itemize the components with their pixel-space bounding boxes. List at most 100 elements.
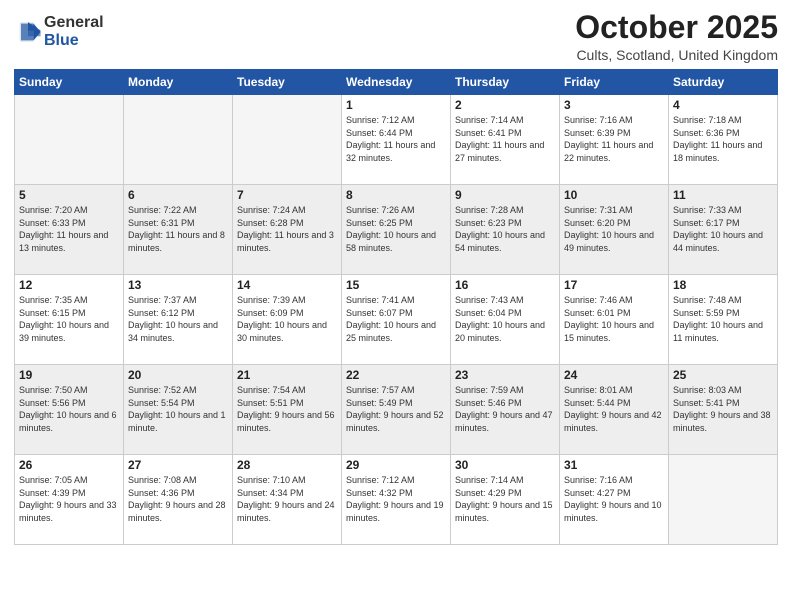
day-info: Sunrise: 7:50 AMSunset: 5:56 PMDaylight:…	[19, 384, 119, 434]
daylight-label: Daylight: 11 hours and 3 minutes.	[237, 230, 334, 253]
daylight-label: Daylight: 9 hours and 52 minutes.	[346, 410, 444, 433]
sunrise-label: Sunrise: 7:28 AM	[455, 205, 524, 215]
day-number: 12	[19, 278, 119, 292]
calendar-cell: 21Sunrise: 7:54 AMSunset: 5:51 PMDayligh…	[233, 365, 342, 455]
calendar-cell: 20Sunrise: 7:52 AMSunset: 5:54 PMDayligh…	[124, 365, 233, 455]
day-info: Sunrise: 7:20 AMSunset: 6:33 PMDaylight:…	[19, 204, 119, 254]
sunrise-label: Sunrise: 7:18 AM	[673, 115, 742, 125]
daylight-label: Daylight: 10 hours and 39 minutes.	[19, 320, 109, 343]
calendar-cell: 24Sunrise: 8:01 AMSunset: 5:44 PMDayligh…	[560, 365, 669, 455]
day-info: Sunrise: 7:35 AM Sunset: 6:15 PM Daylight:…	[19, 294, 119, 344]
calendar-week-row: 12 Sunrise: 7:35 AM Sunset: 6:15 PM Dayligh…	[15, 275, 778, 365]
weekday-header-row: SundayMondayTuesdayWednesdayThursdayFrid…	[15, 70, 778, 95]
sunset-label: Sunset: 5:44 PM	[564, 398, 631, 408]
daylight-label: Daylight: 9 hours and 47 minutes.	[455, 410, 553, 433]
weekday-header-monday: Monday	[124, 70, 233, 95]
daylight-label: Daylight: 9 hours and 24 minutes.	[237, 500, 335, 523]
sunset-label: Sunset: 6:36 PM	[673, 128, 740, 138]
day-number: 7	[237, 188, 337, 202]
calendar-cell: 14Sunrise: 7:39 AMSunset: 6:09 PMDayligh…	[233, 275, 342, 365]
day-info: Sunrise: 7:48 AMSunset: 5:59 PMDaylight:…	[673, 294, 773, 344]
sunrise-label: Sunrise: 7:39 AM	[237, 295, 306, 305]
day-number: 3	[564, 98, 664, 112]
sunset-label: Sunset: 6:09 PM	[237, 308, 304, 318]
logo: General Blue	[14, 14, 104, 49]
calendar-header: SundayMondayTuesdayWednesdayThursdayFrid…	[15, 70, 778, 95]
sunset-label: Sunset: 6:41 PM	[455, 128, 522, 138]
sunset-label: Sunset: 6:12 PM	[128, 308, 195, 318]
month-title: October 2025	[575, 10, 778, 45]
day-info: Sunrise: 7:43 AMSunset: 6:04 PMDaylight:…	[455, 294, 555, 344]
daylight-label: Daylight: 11 hours and 13 minutes.	[19, 230, 108, 253]
day-number: 10	[564, 188, 664, 202]
day-info: Sunrise: 7:41 AMSunset: 6:07 PMDaylight:…	[346, 294, 446, 344]
sunset-label: Sunset: 4:27 PM	[564, 488, 631, 498]
sunset-label: Sunset: 6:31 PM	[128, 218, 195, 228]
daylight-label: Daylight: 11 hours and 18 minutes.	[673, 140, 762, 163]
sunrise-label: Sunrise: 7:33 AM	[673, 205, 742, 215]
sunrise-label: Sunrise: 7:26 AM	[346, 205, 415, 215]
day-info: Sunrise: 7:24 AMSunset: 6:28 PMDaylight:…	[237, 204, 337, 254]
daylight-label: Daylight: 10 hours and 25 minutes.	[346, 320, 436, 343]
day-number: 21	[237, 368, 337, 382]
sunrise-label: Sunrise: 7:52 AM	[128, 385, 197, 395]
sunset-label: Sunset: 6:15 PM	[19, 308, 86, 318]
day-info: Sunrise: 7:10 AM Sunset: 4:34 PM Daylight:…	[237, 474, 337, 524]
day-info: Sunrise: 7:18 AM Sunset: 6:36 PM Daylight:…	[673, 114, 773, 164]
sunrise-label: Sunrise: 8:01 AM	[564, 385, 633, 395]
daylight-label: Daylight: 9 hours and 56 minutes.	[237, 410, 335, 433]
sunset-label: Sunset: 6:28 PM	[237, 218, 304, 228]
daylight-label: Daylight: 10 hours and 20 minutes.	[455, 320, 545, 343]
sunrise-label: Sunrise: 7:31 AM	[564, 205, 633, 215]
calendar-cell: 5Sunrise: 7:20 AMSunset: 6:33 PMDaylight…	[15, 185, 124, 275]
sunrise-label: Sunrise: 7:10 AM	[237, 475, 306, 485]
title-area: October 2025 Cults, Scotland, United Kin…	[575, 10, 778, 63]
day-info: Sunrise: 7:16 AMSunset: 6:39 PMDaylight:…	[564, 114, 664, 164]
sunset-label: Sunset: 6:17 PM	[673, 218, 740, 228]
day-info: Sunrise: 7:26 AMSunset: 6:25 PMDaylight:…	[346, 204, 446, 254]
day-number: 26	[19, 458, 119, 472]
sunset-label: Sunset: 5:49 PM	[346, 398, 413, 408]
day-number: 9	[455, 188, 555, 202]
day-number: 27	[128, 458, 228, 472]
daylight-label: Daylight: 10 hours and 34 minutes.	[128, 320, 218, 343]
calendar-cell: 15Sunrise: 7:41 AMSunset: 6:07 PMDayligh…	[342, 275, 451, 365]
location-title: Cults, Scotland, United Kingdom	[575, 47, 778, 63]
calendar-cell: 11Sunrise: 7:33 AMSunset: 6:17 PMDayligh…	[669, 185, 778, 275]
sunrise-label: Sunrise: 7:14 AM	[455, 475, 524, 485]
day-number: 16	[455, 278, 555, 292]
calendar-cell: 25Sunrise: 8:03 AMSunset: 5:41 PMDayligh…	[669, 365, 778, 455]
calendar-cell: 18 Sunrise: 7:48 AMSunset: 5:59 PMDayligh…	[669, 275, 778, 365]
day-number: 28	[237, 458, 337, 472]
sunrise-label: Sunrise: 8:03 AM	[673, 385, 742, 395]
day-number: 2	[455, 98, 555, 112]
weekday-header-tuesday: Tuesday	[233, 70, 342, 95]
sunrise-label: Sunrise: 7:54 AM	[237, 385, 306, 395]
calendar-cell	[15, 95, 124, 185]
day-number: 13	[128, 278, 228, 292]
daylight-label: Daylight: 9 hours and 28 minutes.	[128, 500, 226, 523]
weekday-header-saturday: Saturday	[669, 70, 778, 95]
sunrise-label: Sunrise: 7:35 AM	[19, 295, 88, 305]
daylight-label: Daylight: 9 hours and 38 minutes.	[673, 410, 771, 433]
day-info: Sunrise: 7:22 AMSunset: 6:31 PMDaylight:…	[128, 204, 228, 254]
daylight-label: Daylight: 10 hours and 54 minutes.	[455, 230, 545, 253]
sunset-label: Sunset: 5:46 PM	[455, 398, 522, 408]
day-number: 6	[128, 188, 228, 202]
day-number: 1	[346, 98, 446, 112]
day-number: 30	[455, 458, 555, 472]
sunset-label: Sunset: 6:23 PM	[455, 218, 522, 228]
sunrise-label: Sunrise: 7:37 AM	[128, 295, 197, 305]
daylight-label: Daylight: 11 hours and 27 minutes.	[455, 140, 544, 163]
day-number: 18	[673, 278, 773, 292]
calendar-cell: 26Sunrise: 7:05 AMSunset: 4:39 PMDayligh…	[15, 455, 124, 545]
day-info: Sunrise: 7:46 AMSunset: 6:01 PMDaylight:…	[564, 294, 664, 344]
calendar-week-row: 26Sunrise: 7:05 AMSunset: 4:39 PMDayligh…	[15, 455, 778, 545]
calendar-cell: 2Sunrise: 7:14 AMSunset: 6:41 PMDaylight…	[451, 95, 560, 185]
day-info: Sunrise: 7:31 AMSunset: 6:20 PMDaylight:…	[564, 204, 664, 254]
sunrise-label: Sunrise: 7:16 AM	[564, 115, 633, 125]
logo-icon	[14, 18, 42, 46]
day-number: 14	[237, 278, 337, 292]
calendar-table: SundayMondayTuesdayWednesdayThursdayFrid…	[14, 69, 778, 545]
sunset-label: Sunset: 4:34 PM	[237, 488, 304, 498]
